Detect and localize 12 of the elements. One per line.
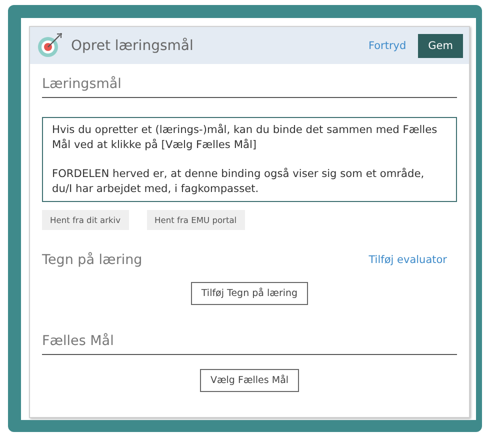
form-title: Opret læringsmål	[71, 38, 194, 54]
add-signs-button[interactable]: Tilføj Tegn på læring	[191, 282, 308, 305]
goal-text-field[interactable]: Hvis du opretter et (lærings-)mål, kan du binde det sammen med Fælles Mål ved at klikke på [Vælg Fælles Mål] FORDELEN herved er, at denne binding også viser sig som et område, du/I har arbejdet med, i fagkompasset.	[42, 117, 457, 202]
target-icon	[37, 33, 63, 58]
save-button[interactable]: Gem	[418, 34, 463, 58]
field-label: Fælles Mål	[42, 333, 457, 355]
fetch-button[interactable]: Hent fra dit arkiv	[42, 210, 129, 230]
section-title: Tegn på læring	[42, 252, 142, 268]
add-evaluator-link[interactable]: Tilføj evaluator	[368, 254, 447, 266]
choose-goals-button[interactable]: Vælg Fælles Mål	[200, 369, 299, 392]
field-label: Læringsmål	[42, 76, 457, 98]
fetch-button[interactable]: Hent fra EMU portal	[146, 210, 245, 230]
